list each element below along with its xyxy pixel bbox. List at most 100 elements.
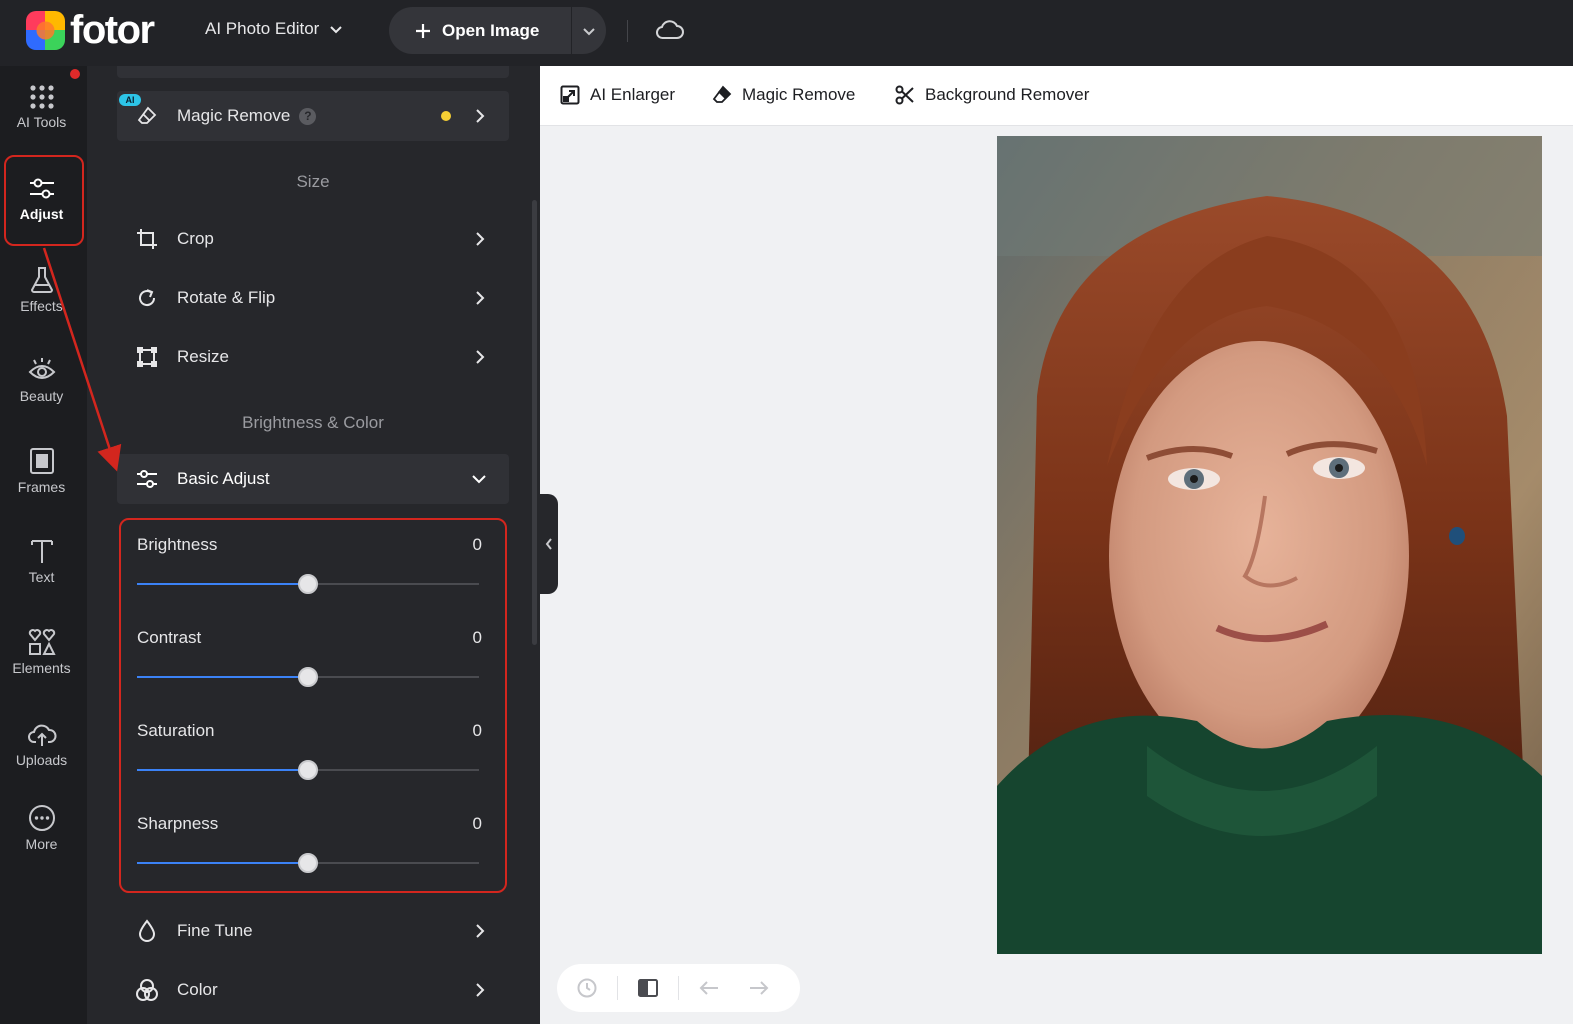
more-dots-icon bbox=[28, 805, 55, 831]
fine-tune-item[interactable]: Fine Tune bbox=[117, 906, 509, 956]
rail-item-uploads[interactable]: Uploads bbox=[0, 720, 83, 768]
resize-item[interactable]: Resize bbox=[117, 332, 509, 382]
slider-label: Saturation bbox=[137, 721, 215, 740]
annotation-arrow bbox=[42, 247, 122, 472]
top-bar: fotor AI Photo Editor Open Image bbox=[0, 0, 1573, 66]
chevron-right-icon bbox=[476, 291, 485, 305]
cloud-upload-icon bbox=[27, 724, 56, 746]
rotate-flip-label: Rotate & Flip bbox=[177, 288, 276, 307]
eraser-icon bbox=[712, 85, 732, 103]
magic-remove-tool-label: Magic Remove bbox=[742, 85, 856, 104]
new-indicator-dot bbox=[441, 111, 451, 121]
plus-icon bbox=[416, 23, 430, 38]
color-label: Color bbox=[177, 980, 218, 999]
slider-value: 0 bbox=[472, 814, 482, 833]
slider-thumb[interactable] bbox=[298, 574, 318, 594]
chevron-right-icon bbox=[476, 109, 485, 123]
slider-thumb[interactable] bbox=[298, 760, 318, 780]
sharpness-slider-row: Sharpness 0 bbox=[137, 814, 482, 884]
slider-label: Brightness bbox=[137, 535, 218, 554]
color-item[interactable]: Color bbox=[117, 965, 509, 1015]
rail-item-label: Frames bbox=[17, 479, 66, 495]
panel-card-partial bbox=[117, 66, 509, 78]
basic-adjust-label: Basic Adjust bbox=[177, 469, 270, 488]
collapse-panel-button[interactable] bbox=[540, 494, 558, 594]
brightness-slider-row: Brightness 0 bbox=[137, 535, 482, 605]
open-image-button[interactable]: Open Image bbox=[389, 7, 571, 54]
basic-adjust-header[interactable]: Basic Adjust bbox=[117, 454, 509, 504]
history-button[interactable] bbox=[557, 977, 617, 999]
open-image-dropdown[interactable] bbox=[572, 7, 606, 54]
compare-button[interactable] bbox=[618, 977, 678, 999]
chevron-right-icon bbox=[476, 983, 485, 997]
crop-label: Crop bbox=[177, 229, 214, 248]
help-icon[interactable]: ? bbox=[299, 107, 317, 125]
clock-icon bbox=[577, 978, 597, 998]
slider-fill bbox=[137, 862, 308, 864]
magic-remove-item[interactable]: AI Magic Remove ? bbox=[117, 91, 509, 141]
slider-label: Contrast bbox=[137, 628, 202, 647]
chevron-down-icon bbox=[472, 475, 486, 484]
resize-label: Resize bbox=[177, 347, 229, 366]
background-remover-button[interactable]: Background Remover bbox=[895, 85, 1089, 105]
chevron-right-icon bbox=[476, 924, 485, 938]
slider-thumb[interactable] bbox=[298, 667, 318, 687]
enlarge-icon bbox=[560, 85, 580, 105]
fine-tune-label: Fine Tune bbox=[177, 921, 253, 940]
arrow-left-icon bbox=[699, 981, 718, 995]
panel-scrollbar[interactable] bbox=[532, 200, 537, 645]
open-image-button-group: Open Image bbox=[389, 7, 606, 54]
portrait-photo[interactable] bbox=[997, 136, 1542, 954]
arrow-right-icon bbox=[750, 981, 769, 995]
divider bbox=[627, 20, 628, 42]
cloud-sync-button[interactable] bbox=[655, 17, 685, 48]
cloud-icon bbox=[656, 20, 684, 39]
saturation-slider-row: Saturation 0 bbox=[137, 721, 482, 791]
rail-item-label: Elements bbox=[12, 660, 71, 676]
compare-icon bbox=[638, 979, 658, 997]
chevron-right-icon bbox=[476, 350, 485, 364]
droplet-icon bbox=[138, 919, 156, 942]
section-title-size: Size bbox=[296, 172, 330, 191]
background-remover-label: Background Remover bbox=[925, 85, 1090, 104]
crop-item[interactable]: Crop bbox=[117, 214, 509, 264]
slider-value: 0 bbox=[472, 628, 482, 647]
editor-mode-select[interactable]: AI Photo Editor bbox=[205, 19, 343, 39]
quick-tools-bar: AI Enlarger Magic Remove Background Remo… bbox=[540, 66, 1573, 126]
rail-item-label: Text bbox=[28, 569, 55, 585]
text-icon bbox=[30, 540, 53, 563]
chevron-down-icon bbox=[330, 26, 343, 34]
slider-fill bbox=[137, 676, 308, 678]
rail-item-text[interactable]: Text bbox=[0, 537, 83, 585]
scissors-icon bbox=[895, 85, 914, 105]
color-circles-icon bbox=[136, 979, 158, 1001]
redo-button[interactable] bbox=[739, 977, 779, 999]
chevron-right-icon bbox=[476, 232, 485, 246]
slider-label: Sharpness bbox=[137, 814, 219, 833]
slider-fill bbox=[137, 583, 308, 585]
slider-value: 0 bbox=[472, 721, 482, 740]
history-controls bbox=[557, 964, 800, 1012]
undo-button[interactable] bbox=[679, 977, 739, 999]
slider-thumb[interactable] bbox=[298, 853, 318, 873]
shapes-icon bbox=[28, 629, 56, 655]
ai-enlarger-button[interactable]: AI Enlarger bbox=[560, 85, 675, 105]
chevron-left-icon bbox=[545, 538, 552, 550]
chevron-down-icon bbox=[583, 27, 595, 35]
rail-item-label: Uploads bbox=[15, 752, 68, 768]
slider-fill bbox=[137, 769, 308, 771]
slider-value: 0 bbox=[472, 535, 482, 554]
open-image-label: Open Image bbox=[442, 20, 540, 40]
ai-enlarger-label: AI Enlarger bbox=[590, 85, 676, 104]
contrast-slider-row: Contrast 0 bbox=[137, 628, 482, 698]
canvas-workspace: AI Enlarger Magic Remove Background Remo… bbox=[540, 66, 1573, 1024]
magic-remove-label: Magic Remove bbox=[177, 106, 291, 125]
adjust-panel: AI Magic Remove ? Size Crop Rotate & Fli… bbox=[87, 66, 540, 1024]
rail-item-elements[interactable]: Elements bbox=[0, 628, 83, 676]
rail-item-label: More bbox=[25, 836, 58, 852]
rail-item-more[interactable]: More bbox=[0, 804, 83, 852]
editor-mode-label: AI Photo Editor bbox=[205, 19, 320, 38]
magic-remove-button[interactable]: Magic Remove bbox=[712, 85, 855, 105]
rotate-flip-item[interactable]: Rotate & Flip bbox=[117, 273, 509, 323]
eraser-icon bbox=[137, 106, 157, 124]
